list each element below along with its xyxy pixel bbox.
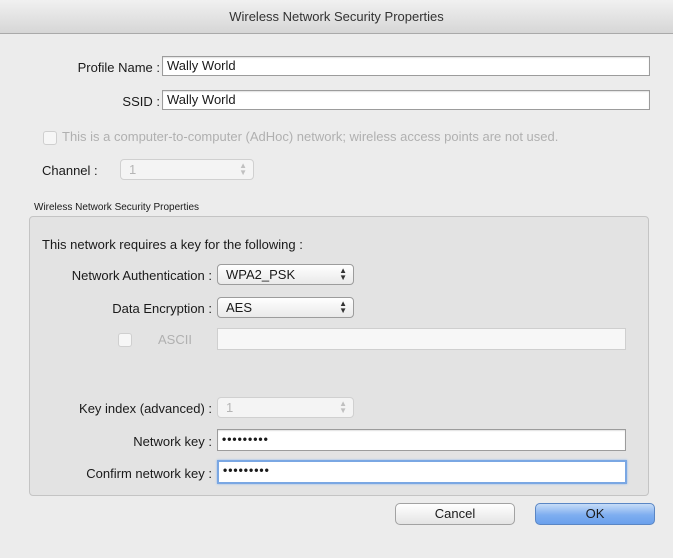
profile-name-label: Profile Name : xyxy=(77,60,160,75)
confirm-network-key-input[interactable]: ••••••••• xyxy=(217,460,627,484)
network-auth-select[interactable]: WPA2_PSK ▲ ▼ xyxy=(217,264,354,285)
security-group-title: Wireless Network Security Properties xyxy=(34,202,200,213)
confirm-network-key-label: Confirm network key : xyxy=(86,466,212,481)
ascii-key-input[interactable] xyxy=(217,328,626,350)
channel-value: 1 xyxy=(129,162,137,177)
channel-select[interactable]: 1 ▲ ▼ xyxy=(120,159,254,180)
ascii-label: ASCII xyxy=(158,332,192,347)
key-required-text: This network requires a key for the foll… xyxy=(42,237,303,252)
stepper-arrows-icon: ▲ ▼ xyxy=(339,266,347,282)
stepper-arrows-icon: ▲ ▼ xyxy=(239,161,247,177)
stepper-arrows-icon: ▲ ▼ xyxy=(339,399,347,415)
key-index-value: 1 xyxy=(226,400,234,415)
profile-name-input[interactable]: Wally World xyxy=(162,56,650,76)
ssid-input[interactable]: Wally World xyxy=(162,90,650,110)
ascii-checkbox[interactable] xyxy=(118,333,132,347)
stepper-arrows-icon: ▲ ▼ xyxy=(339,299,347,315)
key-index-select[interactable]: 1 ▲ ▼ xyxy=(217,397,354,418)
network-auth-value: WPA2_PSK xyxy=(226,267,296,282)
cancel-button[interactable]: Cancel xyxy=(395,503,515,525)
data-encryption-value: AES xyxy=(226,300,253,315)
network-auth-label: Network Authentication : xyxy=(71,268,212,283)
ssid-label: SSID : xyxy=(122,94,160,109)
channel-label: Channel : xyxy=(42,163,98,178)
ok-button[interactable]: OK xyxy=(535,503,655,525)
data-encryption-select[interactable]: AES ▲ ▼ xyxy=(217,297,354,318)
security-groupbox xyxy=(29,216,649,496)
network-key-label: Network key : xyxy=(133,434,212,449)
adhoc-checkbox[interactable] xyxy=(43,131,57,145)
adhoc-label: This is a computer-to-computer (AdHoc) n… xyxy=(62,129,559,144)
window-title: Wireless Network Security Properties xyxy=(0,0,673,34)
data-encryption-label: Data Encryption : xyxy=(112,301,212,316)
key-index-label: Key index (advanced) : xyxy=(79,401,212,416)
network-key-input[interactable]: ••••••••• xyxy=(217,429,626,451)
